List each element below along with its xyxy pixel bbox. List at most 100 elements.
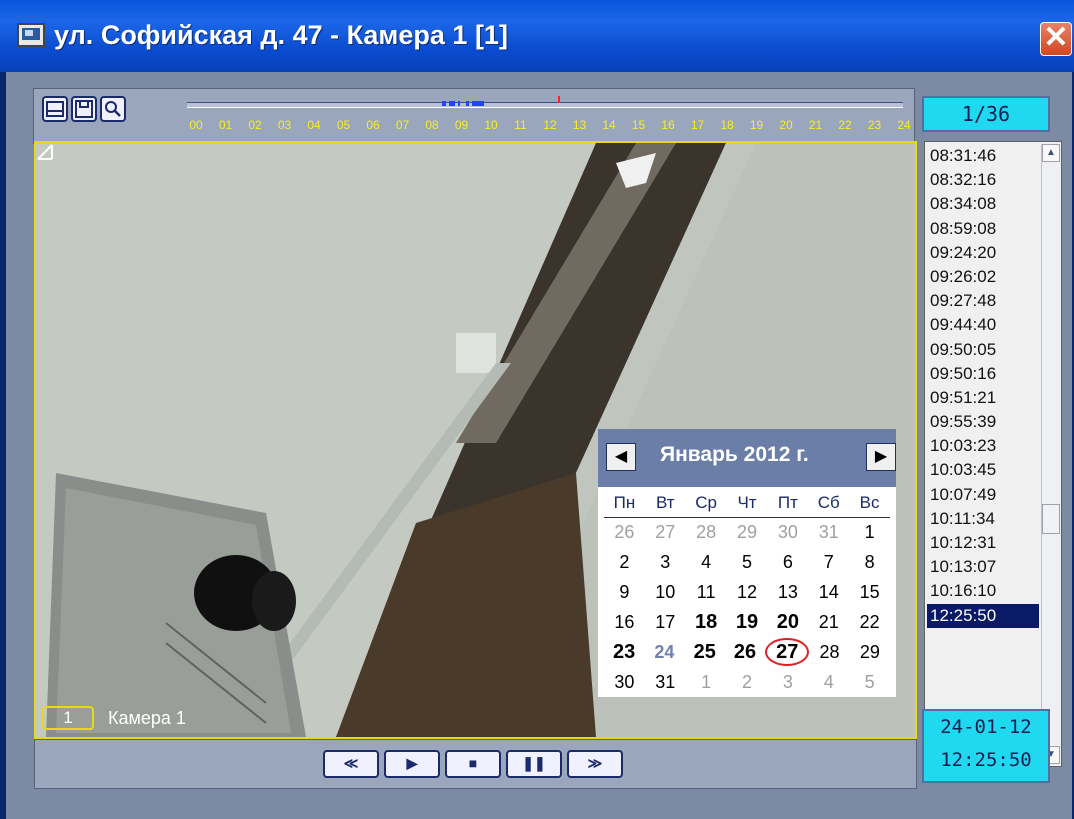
calendar-day[interactable]: 4 xyxy=(808,668,849,698)
records-scrollbar[interactable]: ▲ ▼ xyxy=(1041,144,1060,764)
rewind-button[interactable]: ≪ xyxy=(323,750,379,778)
calendar-day[interactable]: 1 xyxy=(686,668,727,698)
record-time-item[interactable]: 09:24:20 xyxy=(927,241,1039,265)
zoom-button[interactable] xyxy=(100,96,126,122)
calendar-day[interactable]: 2 xyxy=(604,548,645,578)
calendar-day[interactable]: 29 xyxy=(850,638,890,668)
record-time-item[interactable]: 08:32:16 xyxy=(927,168,1039,192)
calendar-week: 26 27 28 29 30 31 1 xyxy=(604,518,890,548)
record-time-item[interactable]: 10:03:45 xyxy=(927,458,1039,482)
calendar-day[interactable]: 26 xyxy=(604,518,645,548)
calendar-day[interactable]: 19 xyxy=(727,608,768,638)
record-time-item[interactable]: 12:25:50 xyxy=(927,603,1039,628)
record-time-item[interactable]: 10:07:49 xyxy=(927,483,1039,507)
pause-button[interactable]: ❚❚ xyxy=(506,750,562,778)
calendar-day[interactable]: 2 xyxy=(727,668,768,698)
forward-button[interactable]: ≫ xyxy=(567,750,623,778)
calendar-day[interactable]: 31 xyxy=(645,668,686,698)
calendar-day[interactable]: 30 xyxy=(604,668,645,698)
record-time-item[interactable]: 10:11:34 xyxy=(927,507,1039,531)
calendar-header: ◀ Январь 2012 г. ▶ xyxy=(598,429,896,487)
records-time-list[interactable]: 08:31:46 08:32:16 08:34:08 08:59:08 09:24:20… xyxy=(927,144,1039,628)
hour-label: 07 xyxy=(395,118,410,132)
calendar-day[interactable]: 8 xyxy=(849,548,890,578)
calendar-day[interactable]: 26 xyxy=(725,638,765,668)
record-time-item[interactable]: 09:26:02 xyxy=(927,265,1039,289)
calendar-day[interactable]: 22 xyxy=(849,608,890,638)
title-bar[interactable]: ул. Софийская д. 47 - Камера 1 [1] ✕ xyxy=(0,0,1074,72)
calendar-day[interactable]: 11 xyxy=(686,578,727,608)
hour-label: 09 xyxy=(454,118,469,132)
calendar-day[interactable]: 28 xyxy=(809,638,849,668)
record-time-item[interactable]: 08:31:46 xyxy=(927,144,1039,168)
calendar-day[interactable]: 15 xyxy=(849,578,890,608)
print-icon xyxy=(46,101,64,117)
play-button[interactable]: ▶ xyxy=(384,750,440,778)
video-view[interactable]: 1 Камера 1 ◀ Январь 2012 г. ▶ Пн Вт Ср Чт Пт… xyxy=(34,141,917,739)
record-time-item[interactable]: 10:03:23 xyxy=(927,434,1039,458)
calendar-day[interactable]: 28 xyxy=(686,518,727,548)
calendar-day[interactable]: 31 xyxy=(808,518,849,548)
toolbar: 00 01 02 03 04 05 06 07 08 09 10 11 12 13 14 15 16 17 18 19… xyxy=(33,88,915,144)
calendar-day[interactable]: 24 xyxy=(644,638,684,668)
calendar-day[interactable]: 5 xyxy=(727,548,768,578)
playback-bar: ≪ ▶ ■ ❚❚ ≫ xyxy=(34,739,917,789)
calendar-day[interactable]: 4 xyxy=(686,548,727,578)
hour-label: 21 xyxy=(808,118,823,132)
calendar-day[interactable]: 27 xyxy=(645,518,686,548)
calendar-day[interactable]: 13 xyxy=(767,578,808,608)
calendar-day[interactable]: 17 xyxy=(645,608,686,638)
calendar-day[interactable]: 10 xyxy=(645,578,686,608)
record-time-item[interactable]: 09:55:39 xyxy=(927,410,1039,434)
calendar-day[interactable]: 18 xyxy=(686,608,727,638)
record-time-item[interactable]: 09:50:05 xyxy=(927,338,1039,362)
calendar-day[interactable]: 3 xyxy=(767,668,808,698)
close-button[interactable]: ✕ xyxy=(1040,22,1072,56)
record-time-item[interactable]: 10:13:07 xyxy=(927,555,1039,579)
calendar-day[interactable]: 16 xyxy=(604,608,645,638)
calendar-day[interactable]: 5 xyxy=(849,668,890,698)
calendar-day[interactable]: 9 xyxy=(604,578,645,608)
camera-app-icon xyxy=(17,23,45,47)
calendar-day[interactable]: 1 xyxy=(849,518,890,548)
client-area: 00 01 02 03 04 05 06 07 08 09 10 11 12 13 14 15 16 17 18 19… xyxy=(6,72,1072,819)
calendar-day[interactable]: 3 xyxy=(645,548,686,578)
calendar-day[interactable]: 23 xyxy=(604,638,644,668)
hour-label: 03 xyxy=(277,118,292,132)
calendar-day[interactable]: 7 xyxy=(808,548,849,578)
calendar-day[interactable]: 29 xyxy=(727,518,768,548)
scroll-up-icon[interactable]: ▲ xyxy=(1042,144,1060,162)
record-time-item[interactable]: 08:34:08 xyxy=(927,192,1039,216)
day-name: Вс xyxy=(859,493,880,512)
print-button[interactable] xyxy=(42,96,68,122)
calendar-week: 9 10 11 12 13 14 15 xyxy=(604,578,890,608)
record-time-item[interactable]: 08:59:08 xyxy=(927,217,1039,241)
save-button[interactable] xyxy=(71,96,97,122)
calendar-day[interactable]: 25 xyxy=(685,638,725,668)
calendar-day[interactable]: 12 xyxy=(727,578,768,608)
timeline-slider[interactable] xyxy=(187,96,903,112)
records-panel: 08:31:46 08:32:16 08:34:08 08:59:08 09:24:20… xyxy=(924,141,1062,767)
record-time-item[interactable]: 09:50:16 xyxy=(927,362,1039,386)
stop-button[interactable]: ■ xyxy=(445,750,501,778)
record-time-item[interactable]: 09:51:21 xyxy=(927,386,1039,410)
record-time-item[interactable]: 09:27:48 xyxy=(927,289,1039,313)
hour-label: 20 xyxy=(779,118,793,132)
calendar-day[interactable]: 14 xyxy=(808,578,849,608)
scroll-thumb[interactable] xyxy=(1042,504,1060,534)
calendar-day[interactable]: 20 xyxy=(767,608,808,638)
record-time-item[interactable]: 10:12:31 xyxy=(927,531,1039,555)
record-time-item[interactable]: 10:16:10 xyxy=(927,579,1039,603)
calendar-day[interactable]: 27 xyxy=(765,638,810,666)
prev-month-button[interactable]: ◀ xyxy=(606,443,636,471)
calendar-day[interactable]: 6 xyxy=(767,548,808,578)
record-time-item[interactable]: 09:44:40 xyxy=(927,313,1039,337)
hour-label: 24 xyxy=(897,118,911,132)
resize-grip-icon[interactable] xyxy=(36,143,54,161)
calendar-day[interactable]: 30 xyxy=(767,518,808,548)
timeline-cursor[interactable] xyxy=(558,96,560,103)
frame-counter: 1/36 xyxy=(922,96,1050,132)
calendar-day[interactable]: 21 xyxy=(808,608,849,638)
next-month-button[interactable]: ▶ xyxy=(866,443,896,471)
calendar-week: 30 31 1 2 3 4 5 xyxy=(604,668,890,698)
